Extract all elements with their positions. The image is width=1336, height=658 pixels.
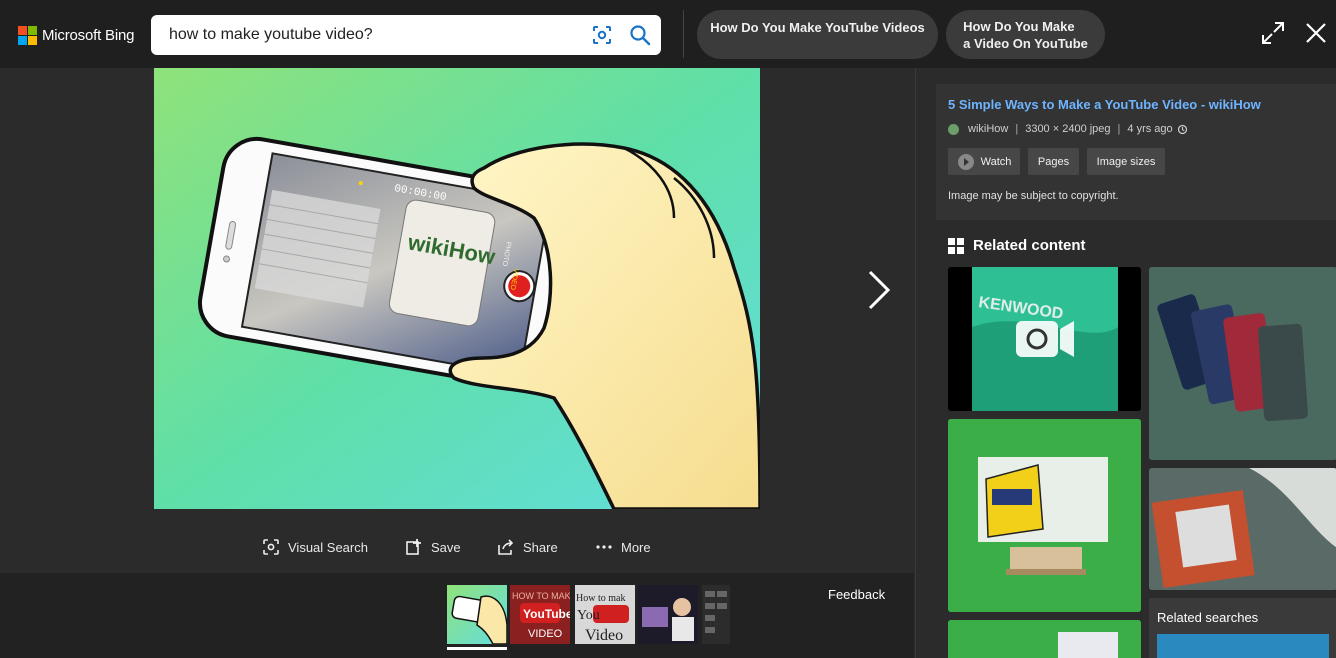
visual-search-icon[interactable] — [591, 24, 613, 46]
microsoft-logo-icon — [18, 25, 37, 45]
filmstrip-thumb[interactable]: HOW TO MAKE YouTube VIDEO — [510, 585, 570, 644]
more-button[interactable]: More — [595, 535, 651, 559]
chip-label: How Do You Make YouTube Videos — [710, 20, 925, 35]
brand-name: Microsoft Bing — [42, 26, 135, 44]
related-item[interactable]: KENWOOD — [948, 267, 1141, 411]
source-meta: wikiHow | 3300 × 2400 jpeg | 4 yrs ago — [948, 122, 1188, 136]
related-query-chip-1[interactable]: How Do You Make YouTube Videos — [697, 10, 938, 59]
play-icon — [957, 153, 974, 170]
related-item[interactable] — [948, 620, 1141, 658]
grid-icon — [948, 237, 964, 254]
image-viewer: wikiHow 00:00:00 PHOTO VIDEO Visual Sear… — [0, 68, 914, 573]
source-site[interactable]: wikiHow — [968, 123, 1008, 135]
filmstrip-thumb[interactable] — [702, 585, 730, 644]
svg-text:How to mak: How to mak — [576, 593, 625, 604]
image-age: 4 yrs ago — [1127, 123, 1173, 135]
main-image[interactable]: wikiHow 00:00:00 PHOTO VIDEO — [154, 68, 760, 509]
filmstrip-thumb[interactable] — [638, 585, 698, 644]
bing-logo[interactable]: Microsoft Bing — [18, 25, 134, 45]
top-bar: Microsoft Bing How Do You Make YouTube V… — [0, 0, 1336, 68]
related-search-item[interactable] — [1157, 634, 1329, 658]
chip-label-line1: How Do You Make — [963, 18, 1075, 34]
filmstrip-thumb[interactable] — [447, 585, 507, 644]
watch-button[interactable]: Watch — [948, 148, 1020, 175]
visual-search-label: Visual Search — [288, 539, 368, 555]
close-icon[interactable] — [1303, 20, 1329, 46]
source-title-link[interactable]: 5 Simple Ways to Make a YouTube Video - … — [948, 97, 1261, 112]
filmstrip: HOW TO MAKE YouTube VIDEO How to mak You… — [0, 573, 914, 658]
svg-text:YouTube: YouTube — [523, 607, 570, 621]
related-searches-panel: Related searches — [1149, 598, 1336, 658]
expand-icon[interactable] — [1260, 20, 1286, 46]
pages-button[interactable]: Pages — [1028, 148, 1079, 175]
visual-search-button[interactable]: Visual Search — [262, 535, 368, 559]
save-icon — [406, 539, 421, 555]
chip-label-line2: a Video On YouTube — [963, 35, 1088, 51]
copyright-notice: Image may be subject to copyright. — [948, 190, 1119, 202]
visual-search-icon — [263, 539, 279, 555]
svg-text:You: You — [577, 608, 600, 623]
divider — [683, 10, 684, 58]
more-label: More — [621, 539, 651, 555]
more-icon — [596, 545, 612, 549]
share-icon — [498, 539, 514, 555]
history-icon — [1177, 124, 1187, 134]
source-info-card: 5 Simple Ways to Make a YouTube Video - … — [936, 84, 1336, 220]
watch-label: Watch — [980, 155, 1012, 168]
save-button[interactable]: Save — [405, 535, 461, 559]
related-item[interactable] — [1149, 267, 1336, 460]
next-image-arrow[interactable] — [862, 268, 894, 312]
image-sizes-label: Image sizes — [1096, 155, 1156, 168]
related-searches-title: Related searches — [1157, 610, 1259, 625]
details-panel: 5 Simple Ways to Make a YouTube Video - … — [915, 68, 1336, 658]
search-box — [151, 15, 661, 55]
filmstrip-thumb[interactable]: How to mak You Video — [575, 585, 635, 644]
pages-label: Pages — [1037, 155, 1070, 168]
svg-text:HOW TO MAKE: HOW TO MAKE — [512, 591, 570, 601]
image-sizes-button[interactable]: Image sizes — [1087, 148, 1165, 175]
site-favicon-icon — [948, 123, 959, 135]
related-item[interactable] — [1149, 468, 1336, 590]
svg-text:VIDEO: VIDEO — [528, 628, 563, 640]
related-item[interactable] — [948, 419, 1141, 612]
share-button[interactable]: Share — [497, 535, 558, 559]
image-dimensions: 3300 × 2400 jpeg — [1025, 123, 1111, 135]
active-thumb-indicator — [447, 647, 507, 650]
svg-text:Video: Video — [585, 627, 623, 644]
feedback-link[interactable]: Feedback — [828, 587, 885, 602]
share-label: Share — [523, 539, 558, 555]
save-label: Save — [431, 539, 461, 555]
related-query-chip-2[interactable]: How Do You Make a Video On YouTube — [946, 10, 1105, 59]
search-icon[interactable] — [629, 24, 651, 46]
search-input[interactable] — [169, 23, 569, 47]
image-actions-bar: Visual Search Save Share More — [0, 535, 914, 559]
related-content-heading: Related content — [948, 237, 1086, 254]
video-camera-icon — [1016, 321, 1074, 357]
